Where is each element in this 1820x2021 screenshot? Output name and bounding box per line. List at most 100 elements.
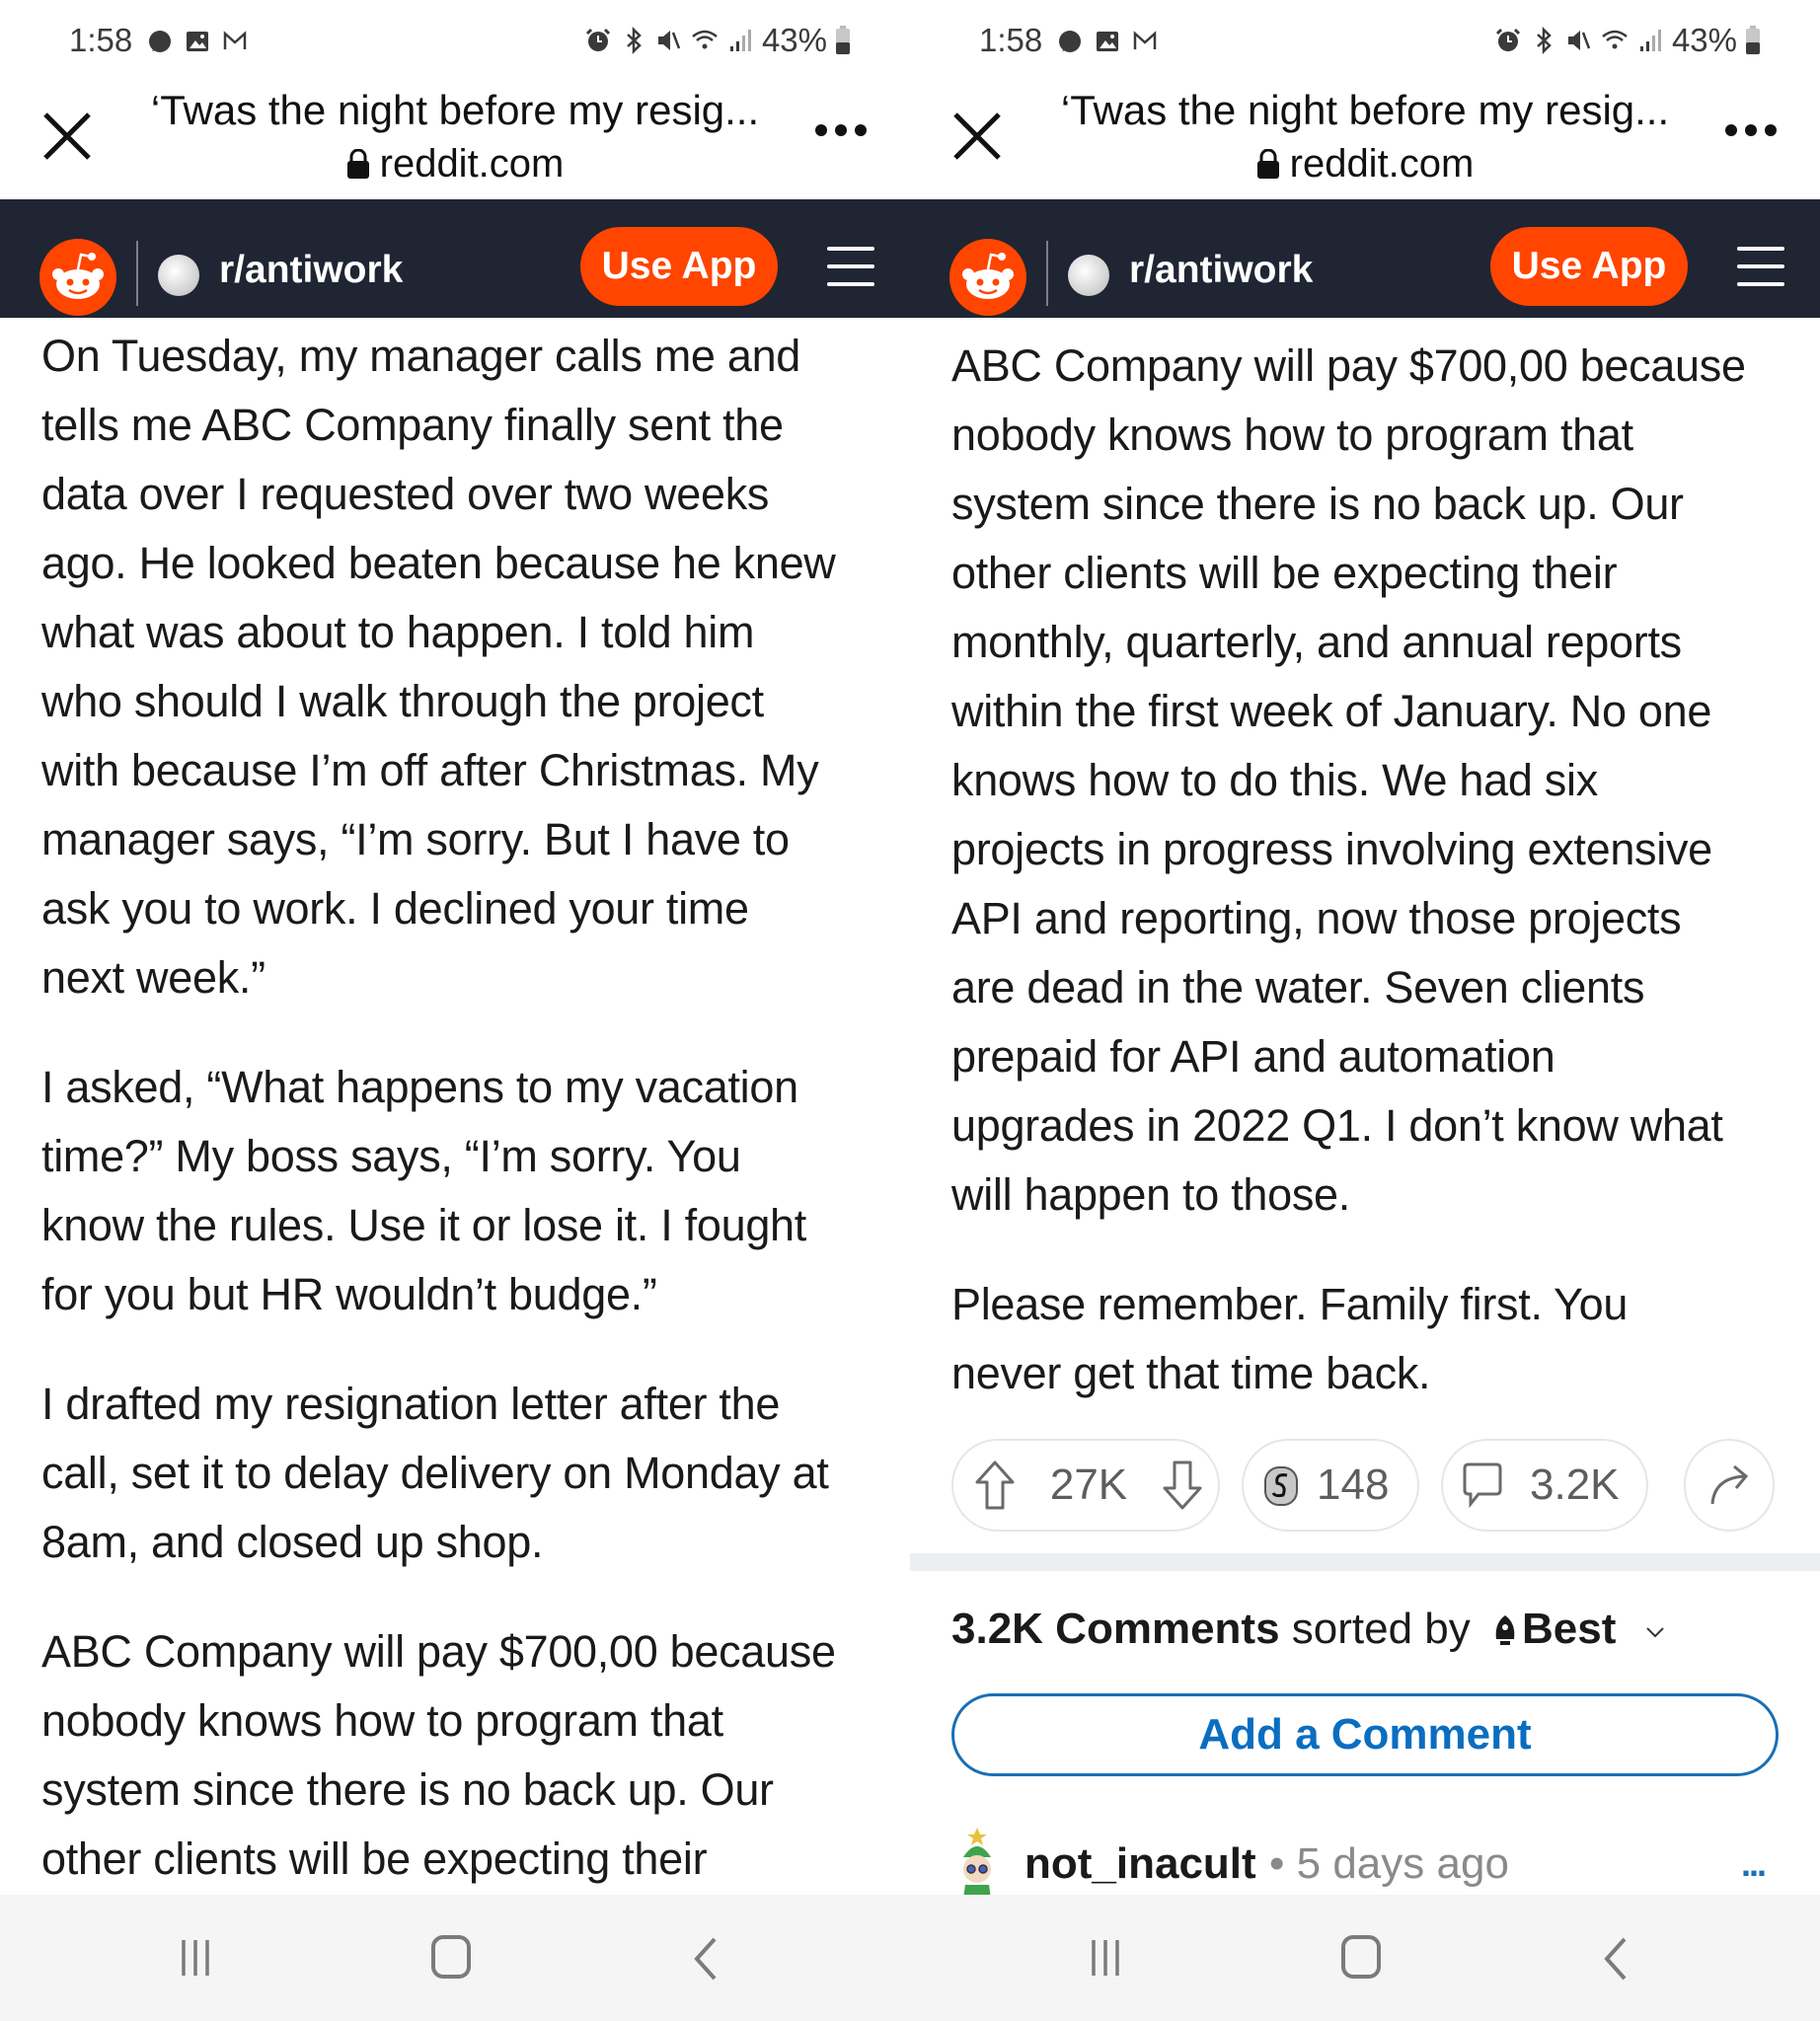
back-icon[interactable] <box>691 1936 720 1982</box>
recent-apps-icon[interactable] <box>1086 1938 1125 1978</box>
android-nav-bar <box>0 1895 910 2021</box>
text-line: other clients will be expecting their <box>41 1834 708 1884</box>
post-paragraph: ABC Company will pay $700,00 because nobo… <box>951 332 1790 1230</box>
text-line: never get that time back. <box>951 1348 1431 1398</box>
android-nav-bar <box>910 1895 1820 2021</box>
lock-icon <box>1256 149 1279 179</box>
vote-count: 27K <box>1049 1460 1128 1509</box>
wifi-icon <box>1602 30 1628 49</box>
browser-toolbar: ‘Twas the night before my resig... reddi… <box>910 83 1820 199</box>
comment-item: not_inacult • 5 days ago ... <box>951 1828 1781 1899</box>
header-divider <box>136 241 138 306</box>
right-screenshot: 1:58 43% ‘Twas the night before my resig… <box>910 0 1820 2021</box>
comment-icon <box>1463 1462 1502 1509</box>
avatar[interactable] <box>951 1828 1003 1899</box>
menu-icon[interactable] <box>1737 247 1784 286</box>
rocket-icon <box>1495 1615 1515 1645</box>
signal-icon <box>1639 30 1661 51</box>
more-options-icon[interactable] <box>811 120 871 140</box>
page-title: ‘Twas the night before my resig... <box>150 87 760 133</box>
section-divider <box>910 1553 1820 1571</box>
text-line: API and reporting, now those projects <box>951 893 1682 943</box>
add-comment-button[interactable]: Add a Comment <box>951 1693 1779 1776</box>
mute-icon <box>1567 31 1591 50</box>
battery-percent: 43% <box>1671 22 1737 58</box>
mute-icon <box>657 31 681 50</box>
post-body: ABC Company will pay $700,00 because nobo… <box>951 332 1790 1449</box>
text-line: data over I requested over two weeks <box>41 469 770 519</box>
sorted-by-label: sorted by <box>1291 1605 1471 1653</box>
left-screenshot: 1:58 43% ‘Twas the night before my resig… <box>0 0 910 2021</box>
text-line: knows how to do this. We had six <box>951 755 1598 805</box>
subreddit-icon <box>1068 255 1109 296</box>
text-line: Please remember. Family first. You <box>951 1279 1629 1329</box>
sort-dropdown[interactable]: Best <box>1482 1605 1666 1653</box>
comment-more-button[interactable]: ... <box>1741 1843 1767 1885</box>
gmail-icon <box>223 31 247 49</box>
page-title: ‘Twas the night before my resig... <box>1060 87 1670 133</box>
share-icon <box>1710 1464 1749 1505</box>
upvote-icon[interactable] <box>973 1459 1017 1512</box>
text-line: are dead in the water. Seven clients <box>951 962 1645 1012</box>
bluetooth-icon <box>1537 27 1552 54</box>
reddit-logo-icon[interactable] <box>949 239 1026 316</box>
text-line: tells me ABC Company finally sent the <box>41 400 784 450</box>
post-paragraph: I drafted my resignation letter after th… <box>41 1370 880 1577</box>
comment-age: 5 days ago <box>1296 1839 1509 1888</box>
chat-bubble-icon <box>149 31 171 52</box>
gallery-icon <box>1097 32 1118 51</box>
signal-icon <box>729 30 751 51</box>
post-body: On Tuesday, my manager calls me and tells… <box>41 322 880 1934</box>
more-options-icon[interactable] <box>1721 120 1781 140</box>
battery-percent: 43% <box>761 22 827 58</box>
home-icon[interactable] <box>1340 1934 1382 1980</box>
text-line: within the first week of January. No one <box>951 686 1712 736</box>
text-line: will happen to those. <box>951 1169 1350 1220</box>
text-line: manager says, “I’m sorry. But I have to <box>41 814 790 864</box>
comments-button[interactable]: 3.2K <box>1441 1439 1648 1532</box>
page-url[interactable]: reddit.com <box>910 142 1820 187</box>
text-line: system since there is no back up. Our <box>951 479 1684 529</box>
comment-username[interactable]: not_inacult <box>1024 1839 1256 1889</box>
status-time: 1:58 <box>69 22 133 58</box>
gallery-icon <box>187 32 208 51</box>
alarm-icon <box>1495 28 1520 51</box>
subreddit-name[interactable]: r/antiwork <box>1129 249 1313 292</box>
use-app-button[interactable]: Use App <box>580 227 778 306</box>
text-line: for you but HR wouldn’t budge.” <box>41 1269 657 1319</box>
text-line: other clients will be expecting their <box>951 548 1618 598</box>
status-bar: 1:58 43% <box>0 0 910 83</box>
comment-meta: • 5 days ago <box>1269 1839 1509 1888</box>
subreddit-name[interactable]: r/antiwork <box>219 249 403 292</box>
award-button[interactable]: 148 <box>1242 1439 1419 1532</box>
back-icon[interactable] <box>1601 1936 1630 1982</box>
status-time: 1:58 <box>979 22 1043 58</box>
battery-icon <box>836 26 850 54</box>
reddit-header: r/antiwork Use App <box>0 199 910 318</box>
page-url[interactable]: reddit.com <box>0 142 910 187</box>
text-line: ask you to work. I declined your time <box>41 883 749 934</box>
recent-apps-icon[interactable] <box>176 1938 215 1978</box>
status-bar: 1:58 43% <box>910 0 1820 83</box>
header-divider <box>1046 241 1048 306</box>
text-line: nobody knows how to program that <box>951 410 1633 460</box>
text-line: I drafted my resignation letter after th… <box>41 1379 781 1429</box>
menu-icon[interactable] <box>827 247 874 286</box>
share-button[interactable] <box>1684 1439 1775 1532</box>
post-paragraph: ABC Company will pay $700,00 because nobo… <box>41 1617 880 1894</box>
home-icon[interactable] <box>430 1934 472 1980</box>
browser-toolbar: ‘Twas the night before my resig... reddi… <box>0 83 910 199</box>
text-line: upgrades in 2022 Q1. I don’t know what <box>951 1100 1723 1151</box>
alarm-icon <box>585 28 610 51</box>
award-count: 148 <box>1317 1460 1390 1509</box>
text-line: On Tuesday, my manager calls me and <box>41 331 801 381</box>
text-line: ABC Company will pay $700,00 because <box>951 340 1746 391</box>
text-line: 8am, and closed up shop. <box>41 1517 544 1567</box>
gmail-icon <box>1133 31 1157 49</box>
text-line: system since there is no back up. Our <box>41 1764 774 1815</box>
subreddit-icon <box>158 255 199 296</box>
downvote-icon[interactable] <box>1161 1459 1204 1512</box>
bluetooth-icon <box>627 27 642 54</box>
reddit-logo-icon[interactable] <box>39 239 116 316</box>
use-app-button[interactable]: Use App <box>1490 227 1688 306</box>
